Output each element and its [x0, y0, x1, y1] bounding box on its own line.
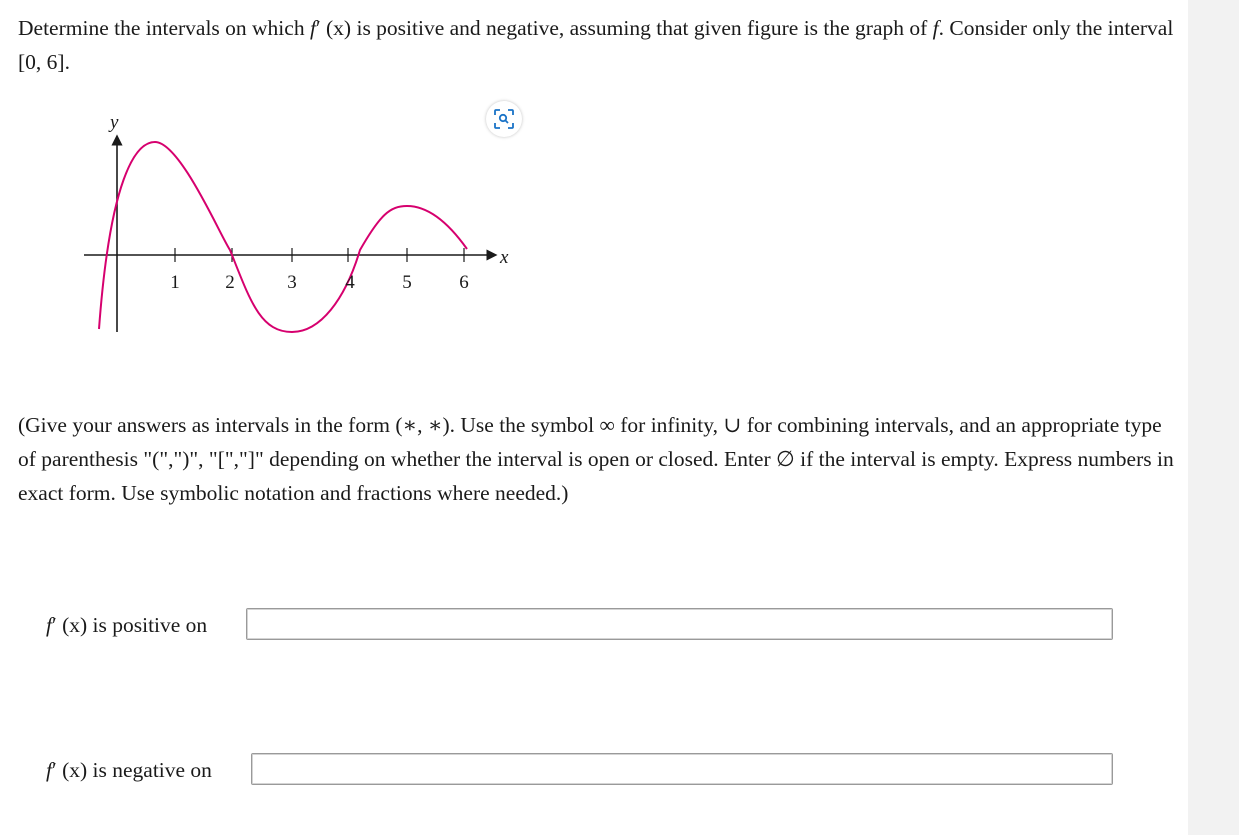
- infinity-symbol: ∞: [599, 413, 615, 437]
- instructions-part-3: for infinity,: [614, 413, 724, 437]
- tick-label-3: 3: [287, 272, 297, 293]
- graph-svg: y x 1 2 3 4 5 6: [84, 112, 509, 334]
- instructions-part-2: . Use the symbol: [449, 413, 600, 437]
- tick-label-1: 1: [170, 272, 180, 293]
- interval-notation: [0, 6]: [18, 50, 65, 74]
- negative-arg: (x): [56, 758, 88, 782]
- x-axis-label: x: [499, 247, 509, 268]
- tick-label-5: 5: [402, 272, 412, 293]
- negative-label-text: is negative on: [87, 758, 212, 782]
- interval-form: (∗, ∗): [395, 413, 450, 437]
- positive-label-text: is positive on: [87, 613, 208, 637]
- zoom-image-button[interactable]: [486, 101, 522, 137]
- question-text-4: .: [64, 50, 70, 74]
- question-text-1: Determine the intervals on which: [18, 16, 310, 40]
- zoom-icon: [494, 109, 514, 129]
- question-text-3: . Consider only the interval: [938, 16, 1174, 40]
- negative-interval-input[interactable]: [251, 753, 1113, 785]
- tick-label-2: 2: [225, 272, 235, 293]
- y-axis-label: y: [108, 112, 119, 133]
- answer-instructions: (Give your answers as intervals in the f…: [18, 408, 1178, 510]
- graph-figure: y x 1 2 3 4 5 6: [80, 100, 530, 350]
- union-symbol: ∪: [723, 413, 742, 437]
- f-curve: [98, 140, 468, 334]
- instructions-part-1: (Give your answers as intervals in the f…: [18, 413, 396, 437]
- positive-label: f′ (x) is positive on: [46, 610, 207, 640]
- tick-label-6: 6: [459, 272, 469, 293]
- question-text-2: is positive and negative, assuming that …: [351, 16, 933, 40]
- tick-label-4: 4: [345, 272, 355, 293]
- right-sidebar-strip: [1188, 0, 1239, 835]
- fprime-arg: (x): [320, 16, 352, 40]
- positive-interval-input[interactable]: [246, 608, 1113, 640]
- question-prompt: Determine the intervals on which f′ (x) …: [18, 11, 1178, 79]
- positive-arg: (x): [56, 613, 88, 637]
- negative-label: f′ (x) is negative on: [46, 755, 212, 785]
- empty-set-symbol: ∅: [776, 447, 795, 471]
